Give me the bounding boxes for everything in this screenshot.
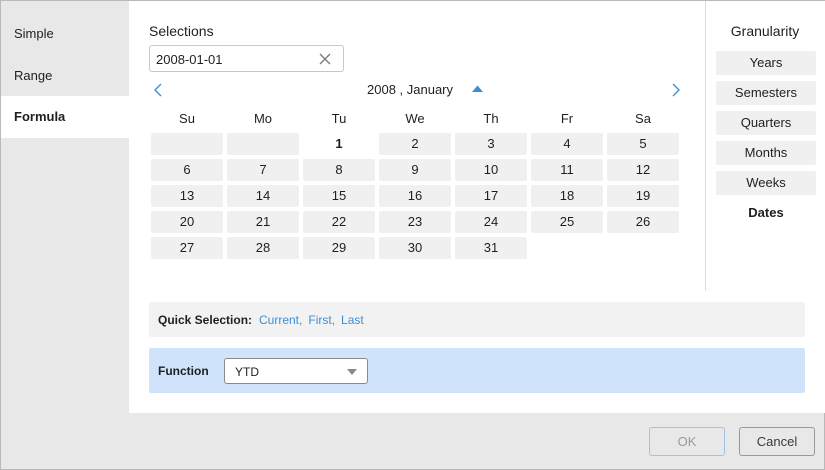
calendar-day[interactable]: 22 — [303, 211, 375, 233]
quick-selection-bar: Quick Selection: Current, First, Last — [149, 302, 805, 337]
weekday-label: Sa — [635, 111, 651, 126]
quick-selection-links: Current, First, Last — [259, 313, 364, 327]
calendar-day[interactable]: 23 — [379, 211, 451, 233]
cancel-button[interactable]: Cancel — [739, 427, 815, 456]
quick-first-link[interactable]: First — [308, 313, 331, 327]
weekday-label: Th — [483, 111, 499, 126]
left-nav: Simple Range Formula — [1, 1, 129, 413]
nav-item-simple[interactable]: Simple — [1, 13, 129, 55]
granularity-quarters-button[interactable]: Quarters — [716, 111, 816, 135]
calendar-day[interactable]: 3 — [455, 133, 527, 155]
function-bar: Function YTD — [149, 348, 805, 393]
weekday-label: Tu — [331, 111, 347, 126]
calendar-day[interactable]: 7 — [227, 159, 299, 181]
calendar-day[interactable]: 5 — [607, 133, 679, 155]
granularity-years-button[interactable]: Years — [716, 51, 816, 75]
calendar-day[interactable]: 17 — [455, 185, 527, 207]
granularity-title: Granularity — [730, 23, 800, 39]
chevron-down-icon — [347, 369, 357, 375]
link-separator: , — [299, 313, 303, 327]
clear-icon[interactable] — [317, 51, 333, 67]
calendar-day[interactable]: 14 — [227, 185, 299, 207]
calendar-day[interactable]: 15 — [303, 185, 375, 207]
granularity-divider — [705, 1, 706, 291]
calendar-day[interactable]: 11 — [531, 159, 603, 181]
selection-date-input[interactable] — [156, 50, 306, 68]
granularity-semesters-button[interactable]: Semesters — [716, 81, 816, 105]
calendar-day[interactable]: 16 — [379, 185, 451, 207]
quick-current-link[interactable]: Current — [259, 313, 299, 327]
nav-item-formula[interactable]: Formula — [1, 96, 129, 138]
function-value: YTD — [235, 365, 259, 379]
quick-selection-label: Quick Selection: — [158, 313, 253, 327]
caret-up-icon[interactable] — [472, 85, 483, 93]
calendar-day[interactable]: 10 — [455, 159, 527, 181]
selections-title: Selections — [149, 23, 214, 39]
calendar-empty-cell — [227, 133, 299, 155]
granularity-dates-button[interactable]: Dates — [716, 201, 816, 225]
calendar-day[interactable]: 6 — [151, 159, 223, 181]
calendar-day[interactable]: 12 — [607, 159, 679, 181]
calendar-day[interactable]: 30 — [379, 237, 451, 259]
quick-last-link[interactable]: Last — [341, 313, 364, 327]
calendar-header: 2008 , January — [151, 81, 683, 99]
next-month-icon[interactable] — [667, 81, 683, 99]
function-dropdown[interactable]: YTD — [224, 358, 368, 384]
calendar-empty-cell — [151, 133, 223, 155]
calendar-day[interactable]: 20 — [151, 211, 223, 233]
calendar-empty-cell — [607, 237, 679, 259]
calendar-day[interactable]: 8 — [303, 159, 375, 181]
weekday-label: Mo — [253, 111, 273, 126]
calendar-day[interactable]: 24 — [455, 211, 527, 233]
calendar-day[interactable]: 26 — [607, 211, 679, 233]
calendar-day[interactable]: 9 — [379, 159, 451, 181]
calendar-day[interactable]: 2 — [379, 133, 451, 155]
function-label: Function — [158, 364, 209, 378]
selection-date-field[interactable] — [149, 45, 344, 72]
weekday-label: Su — [179, 111, 195, 126]
calendar-day[interactable]: 1 — [303, 133, 375, 155]
calendar-day[interactable]: 29 — [303, 237, 375, 259]
weekday-label: We — [405, 111, 425, 126]
weekday-label: Fr — [560, 111, 574, 126]
granularity-weeks-button[interactable]: Weeks — [716, 171, 816, 195]
granularity-months-button[interactable]: Months — [716, 141, 816, 165]
calendar-day[interactable]: 21 — [227, 211, 299, 233]
weekday-header-row: Su Mo Tu We Th Fr Sa — [151, 111, 683, 127]
calendar-day[interactable]: 25 — [531, 211, 603, 233]
calendar-day[interactable]: 27 — [151, 237, 223, 259]
calendar-empty-cell — [531, 237, 603, 259]
calendar-day[interactable]: 28 — [227, 237, 299, 259]
ok-button[interactable]: OK — [649, 427, 725, 456]
previous-month-icon[interactable] — [151, 81, 167, 99]
date-selection-dialog: Simple Range Formula Selections 2008 , J… — [0, 0, 825, 470]
main-panel: Selections 2008 , January Su Mo Tu We — [129, 1, 825, 413]
calendar-day[interactable]: 18 — [531, 185, 603, 207]
calendar-day[interactable]: 19 — [607, 185, 679, 207]
calendar-day[interactable]: 31 — [455, 237, 527, 259]
calendar-day[interactable]: 4 — [531, 133, 603, 155]
link-separator: , — [331, 313, 336, 327]
nav-item-range[interactable]: Range — [1, 55, 129, 97]
calendar-day[interactable]: 13 — [151, 185, 223, 207]
month-year-label[interactable]: 2008 , January — [367, 82, 453, 97]
